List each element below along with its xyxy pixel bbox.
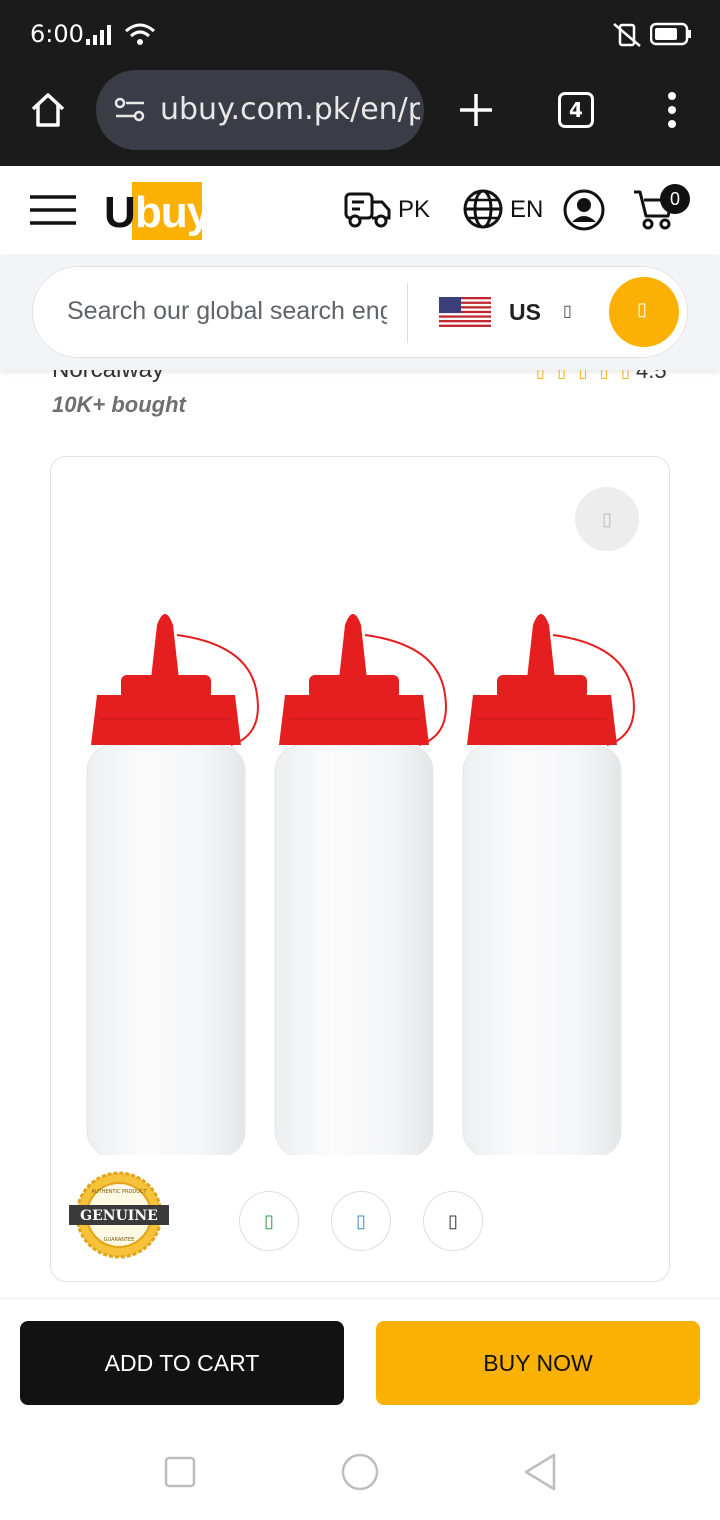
wishlist-button[interactable]: ▯ bbox=[575, 487, 639, 551]
genuine-badge-text: GENUINE bbox=[80, 1208, 158, 1224]
genuine-badge-bottom: GUARANTEE bbox=[104, 1237, 135, 1243]
search-input[interactable]: Search our global search engine bbox=[67, 297, 387, 326]
shipping-region-label[interactable]: PK bbox=[398, 196, 430, 224]
wifi-icon bbox=[125, 23, 155, 45]
search-box: Search our global search engine US ▯ ▯ bbox=[32, 266, 688, 358]
bought-count: 10K+ bought bbox=[52, 392, 186, 417]
site-settings-icon[interactable] bbox=[114, 96, 146, 124]
hamburger-menu-icon[interactable] bbox=[30, 194, 78, 228]
home-nav-icon[interactable] bbox=[340, 1452, 380, 1492]
search-divider bbox=[407, 283, 408, 343]
browser-toolbar: ubuy.com.pk/en/product 4 bbox=[0, 68, 720, 166]
whatsapp-share-button[interactable]: ▯ bbox=[239, 1191, 299, 1251]
url-bar[interactable]: ubuy.com.pk/en/product bbox=[96, 70, 424, 150]
country-dropdown-icon[interactable]: ▯ bbox=[563, 301, 572, 321]
site-header: U buy PK EN 0 bbox=[0, 166, 720, 254]
home-icon[interactable] bbox=[28, 90, 68, 130]
logo-u: U bbox=[104, 188, 136, 237]
share-button[interactable]: ▯ bbox=[331, 1191, 391, 1251]
system-nav-bar bbox=[0, 1420, 720, 1520]
tab-switcher-button[interactable]: 4 bbox=[558, 92, 594, 128]
mute-vibrate-icon bbox=[613, 23, 641, 47]
back-icon[interactable] bbox=[522, 1452, 558, 1492]
ubuy-logo[interactable]: U buy bbox=[104, 182, 211, 240]
battery-icon bbox=[650, 22, 691, 46]
genuine-badge-icon: GENUINE AUTHENTIC PRODUCT GUARANTEE bbox=[69, 1171, 169, 1259]
new-tab-icon[interactable] bbox=[458, 92, 494, 128]
add-to-cart-button[interactable]: ADD TO CART bbox=[20, 1321, 344, 1405]
shipping-truck-icon[interactable] bbox=[344, 190, 392, 230]
status-time: 6:00 bbox=[30, 20, 84, 48]
menu-kebab-icon[interactable] bbox=[664, 90, 680, 130]
cart-count-badge: 0 bbox=[660, 184, 690, 214]
buy-now-button[interactable]: BUY NOW bbox=[376, 1321, 700, 1405]
copy-link-button[interactable]: ▯ bbox=[423, 1191, 483, 1251]
recents-icon[interactable] bbox=[164, 1456, 196, 1488]
product-image[interactable] bbox=[79, 585, 645, 1155]
genuine-badge-top: AUTHENTIC PRODUCT bbox=[92, 1189, 148, 1195]
signal-icon bbox=[86, 25, 111, 45]
search-button[interactable]: ▯ bbox=[609, 277, 679, 347]
url-text: ubuy.com.pk/en/product bbox=[160, 92, 420, 127]
us-flag-icon[interactable] bbox=[439, 297, 491, 327]
action-bar: ADD TO CART BUY NOW bbox=[0, 1298, 720, 1420]
country-selector[interactable]: US bbox=[509, 299, 541, 326]
status-bar: 6:00 bbox=[0, 0, 720, 68]
product-image-card: ▯ GENUINE AUTHENTIC PRODUCT GUARANTEE ▯ … bbox=[50, 456, 670, 1282]
logo-buy: buy bbox=[135, 188, 211, 237]
search-band: Search our global search engine US ▯ ▯ bbox=[0, 254, 720, 370]
account-icon[interactable] bbox=[562, 188, 606, 232]
language-label[interactable]: EN bbox=[510, 196, 543, 224]
search-icon: ▯ bbox=[637, 299, 647, 319]
globe-icon[interactable] bbox=[462, 188, 504, 230]
